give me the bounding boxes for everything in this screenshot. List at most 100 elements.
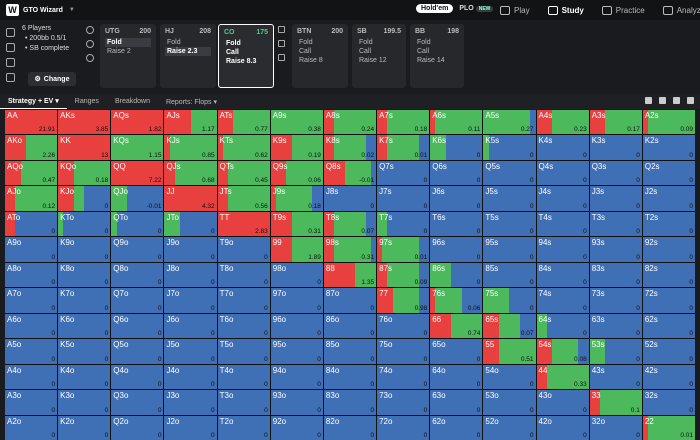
hand-cell[interactable]: QJs 0.68 [164,160,217,186]
action-option[interactable]: Raise 2.3 [165,47,211,56]
hand-cell[interactable]: T7o 0 [217,288,270,313]
hand-cell[interactable]: ATs 0.77 [217,110,270,135]
action-option[interactable]: Call [297,47,343,56]
hand-cell[interactable]: 83s 0 [589,262,642,288]
hand-cell[interactable]: 97s 0.01 [377,237,430,262]
hand-cell[interactable]: 97o 0 [270,288,323,313]
hand-cell[interactable]: 72s 0 [642,288,695,313]
hand-cell[interactable]: J9s 0.18 [270,186,323,211]
hand-cell[interactable]: 53s 0 [589,339,642,364]
hand-cell[interactable]: 99 1.89 [270,237,323,262]
hand-cell[interactable]: Q4s 0 [536,160,589,186]
hand-cell[interactable]: 94o 0 [270,364,323,390]
hand-cell[interactable]: KQs 1.15 [111,135,164,160]
hand-cell[interactable]: T2o 0 [217,415,270,440]
hand-cell[interactable]: 73o 0 [377,390,430,415]
position-co[interactable]: CO 175 Fold Call Raise 8.3 [218,24,274,88]
hand-cell[interactable]: 77 0.98 [377,288,430,313]
hand-cell[interactable]: J4o 0 [164,364,217,390]
hand-cell[interactable]: 85s 0 [483,262,536,288]
action-option[interactable]: Call [357,47,401,56]
hand-cell[interactable]: K5o 0 [58,339,111,364]
hand-cell[interactable]: K7s 0.01 [377,135,430,160]
hand-cell[interactable]: J8s 0 [323,186,377,211]
action-option[interactable]: Fold [105,38,151,47]
action-option[interactable]: Fold [297,38,343,47]
hand-cell[interactable]: 52s 0 [642,339,695,364]
hand-cell[interactable]: T4o 0 [217,364,270,390]
save-icon[interactable] [5,58,15,67]
position-bb[interactable]: BB 198 Fold Call Raise 14 [410,24,464,88]
hand-cell[interactable]: K4s 0 [536,135,589,160]
hand-cell[interactable]: T5o 0 [217,339,270,364]
hand-cell[interactable]: T6s 0 [430,211,483,237]
hand-cell[interactable]: 66 0.74 [430,313,483,339]
action-option[interactable]: Raise 8 [297,56,343,65]
hand-cell[interactable]: 82s 0 [642,262,695,288]
hand-cell[interactable]: A9o 0 [5,237,58,262]
hand-cell[interactable]: 52o 0 [483,415,536,440]
hand-cell[interactable]: AQs 1.82 [111,110,164,135]
tab-ranges[interactable]: Ranges [67,98,107,105]
hand-cell[interactable]: K9o 0 [58,237,111,262]
hand-cell[interactable]: J3o 0 [164,390,217,415]
hand-cell[interactable]: AKs 3.85 [58,110,111,135]
hand-cell[interactable]: 84s 0 [536,262,589,288]
info-icon[interactable] [86,40,94,48]
action-option[interactable]: Fold [415,38,459,47]
hand-cell[interactable]: 75s 0 [483,288,536,313]
hand-cell[interactable]: J4s 0 [536,186,589,211]
hand-cell[interactable]: AJs 1.17 [164,110,217,135]
hand-cell[interactable]: 76s 0.06 [430,288,483,313]
hand-cell[interactable]: T7s 0 [377,211,430,237]
hand-cell[interactable]: 96s 0 [430,237,483,262]
action-option[interactable]: Call [224,48,268,57]
hand-cell[interactable]: A7o 0 [5,288,58,313]
hand-cell[interactable]: QJo -0.01 [111,186,164,211]
action-option[interactable]: Fold [224,39,268,48]
hand-cell[interactable]: 83o 0 [323,390,377,415]
hand-cell[interactable]: K2s 0 [642,135,695,160]
pencil-icon[interactable] [86,26,94,34]
action-option[interactable]: Raise 8.3 [224,57,268,66]
hand-cell[interactable]: 65s 0.07 [483,313,536,339]
hand-cell[interactable]: 95s 0 [483,237,536,262]
hand-cell[interactable]: A5o 0 [5,339,58,364]
chevron-down-icon[interactable]: ▼ [69,7,75,13]
hand-cell[interactable]: 95o 0 [270,339,323,364]
hand-cell[interactable]: J6o 0 [164,313,217,339]
hand-cell[interactable]: A7s 0.18 [377,110,430,135]
hand-cell[interactable]: KTo 0 [58,211,111,237]
hand-cell[interactable]: J3s 0 [589,186,642,211]
hand-cell[interactable]: 33 0.1 [589,390,642,415]
split-view-icon[interactable] [673,97,680,104]
hand-cell[interactable]: 85o 0 [323,339,377,364]
action-option[interactable]: Raise 12 [357,56,401,65]
hand-cell[interactable]: QTs 0.45 [217,160,270,186]
hand-cell[interactable]: Q3s 0 [589,160,642,186]
hand-cell[interactable]: AQo 0.47 [5,160,58,186]
hand-cell[interactable]: A4s 0.23 [536,110,589,135]
bolt-icon[interactable] [86,54,94,62]
hand-cell[interactable]: 76o 0 [377,313,430,339]
chart-view-icon[interactable] [687,97,694,104]
nav-practice[interactable]: Practice [601,5,645,15]
hand-cell[interactable]: A6s 0.11 [430,110,483,135]
hand-cell[interactable]: J6s 0 [430,186,483,211]
hand-cell[interactable]: J5o 0 [164,339,217,364]
action-option[interactable]: Raise 14 [415,56,459,65]
hand-cell[interactable]: Q9o 0 [111,237,164,262]
hand-cell[interactable]: 75o 0 [377,339,430,364]
hand-cell[interactable]: J8o 0 [164,262,217,288]
hand-cell[interactable]: J2o 0 [164,415,217,440]
position-sb[interactable]: SB 199.5 Fold Call Raise 12 [352,24,406,88]
hand-cell[interactable]: T2s 0 [642,211,695,237]
hand-cell[interactable]: Q7s 0 [377,160,430,186]
hand-cell[interactable]: K3s 0 [589,135,642,160]
hand-cell[interactable]: A3s 0.17 [589,110,642,135]
hand-cell[interactable]: K6s 0 [430,135,483,160]
hand-cell[interactable]: K2o 0 [58,415,111,440]
hand-cell[interactable]: 96o 0 [270,313,323,339]
hand-cell[interactable]: 98o 0 [270,262,323,288]
hand-cell[interactable]: T3o 0 [217,390,270,415]
